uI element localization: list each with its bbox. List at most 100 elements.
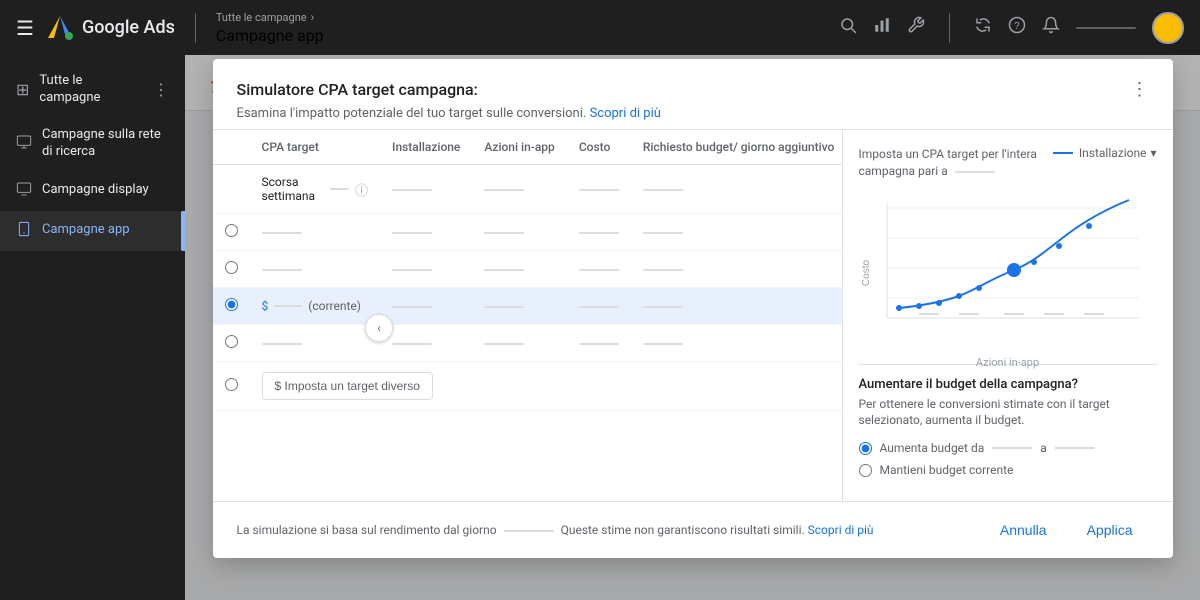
td-radio[interactable]	[213, 214, 250, 251]
budget-to-dash	[1055, 447, 1095, 449]
td-radio-current[interactable]	[213, 288, 250, 325]
chart-point	[1031, 259, 1037, 265]
avatar[interactable]	[1152, 12, 1184, 44]
row2-radio[interactable]	[225, 261, 238, 274]
td-radio-4[interactable]	[213, 325, 250, 362]
legend-chevron-icon[interactable]: ▾	[1150, 146, 1156, 160]
td-budget-dash	[631, 165, 843, 214]
sidebar-label-search: Campagne sulla rete di ricerca	[42, 127, 169, 161]
th-radio	[213, 130, 250, 165]
modal-body: CPA target Installazione Azioni in-app C…	[213, 130, 1173, 501]
td-azioni-4	[472, 325, 566, 362]
table-row: Scorsa settimana ⓘ	[213, 165, 843, 214]
table-header-row: CPA target Installazione Azioni in-app C…	[213, 130, 843, 165]
footer-text: La simulazione si basa sul rendimento da…	[237, 523, 976, 537]
search-icon[interactable]	[839, 16, 857, 39]
sidebar-item-all-campaigns[interactable]: ⊞ Tutte le campagne ⋮	[0, 63, 185, 117]
td-cpa-current: $ (corrente)	[250, 288, 381, 325]
sidebar-label-app: Campagne app	[42, 222, 130, 239]
bell-icon[interactable]	[1042, 16, 1060, 39]
budget-title: Aumentare il budget della campagna?	[859, 377, 1157, 392]
chart-icon[interactable]	[873, 16, 891, 39]
chart-legend: Installazione ▾	[1053, 146, 1157, 160]
td-radio[interactable]	[213, 251, 250, 288]
td-inst-1	[380, 214, 472, 251]
chart-container: Costo	[859, 188, 1157, 348]
td-azioni-1	[472, 214, 566, 251]
sidebar-label-all: Tutte le campagne	[39, 73, 143, 107]
sidebar-collapse-button[interactable]: ‹	[365, 314, 393, 342]
sidebar-item-app[interactable]: Campagne app	[0, 211, 185, 251]
budget-from-dash	[992, 447, 1032, 449]
th-azioni-inapp: Azioni in-app	[472, 130, 566, 165]
modal-header: Simulatore CPA target campagna: ⋮ Esamin…	[213, 59, 1173, 130]
custom-target-button[interactable]: $ Imposta un target diverso	[262, 372, 433, 400]
row-custom-radio[interactable]	[225, 378, 238, 391]
simulator-table: CPA target Installazione Azioni in-app C…	[213, 130, 843, 411]
sidebar-dots-icon[interactable]: ⋮	[153, 80, 169, 99]
nav-icon-group: ?	[839, 12, 1184, 44]
help-icon[interactable]: ?	[1008, 16, 1026, 39]
chart-section: Imposta un CPA target per l'intera campa…	[843, 130, 1173, 501]
modal-more-options-icon[interactable]: ⋮	[1131, 79, 1149, 100]
row1-radio[interactable]	[225, 224, 238, 237]
google-ads-logo-icon	[46, 14, 74, 42]
breadcrumb: Tutte le campagne › Campagne app	[216, 10, 324, 45]
budget-increase-radio[interactable]	[859, 442, 872, 455]
wrench-icon[interactable]	[907, 16, 925, 39]
td-azioni-dash	[472, 165, 566, 214]
sidebar-label-display: Campagne display	[42, 182, 149, 199]
row4-radio[interactable]	[225, 335, 238, 348]
footer-link[interactable]: Scopri di più	[808, 523, 874, 537]
chart-curve	[899, 200, 1129, 308]
td-custom-target: $ Imposta un target diverso	[250, 362, 843, 411]
td-inst-current	[380, 288, 472, 325]
breadcrumb-parent[interactable]: Tutte le campagne	[216, 11, 307, 24]
breadcrumb-chevron-icon: ›	[311, 10, 315, 24]
modal-subtitle-link[interactable]: Scopri di più	[590, 106, 661, 121]
budget-maintain-radio[interactable]	[859, 464, 872, 477]
x-axis-label: Azioni in-app	[859, 356, 1157, 369]
legend-label: Installazione ▾	[1079, 146, 1157, 160]
simulator-modal: Simulatore CPA target campagna: ⋮ Esamin…	[213, 59, 1173, 558]
td-costo-1	[567, 214, 631, 251]
breadcrumb-current: Campagne app	[216, 26, 324, 45]
refresh-icon[interactable]	[974, 16, 992, 39]
table-row	[213, 251, 843, 288]
sidebar-item-display[interactable]: Campagne display	[0, 171, 185, 211]
chart-point	[896, 305, 902, 311]
current-value-dash	[274, 305, 302, 307]
hamburger-icon[interactable]: ☰	[16, 16, 34, 40]
display-icon	[16, 181, 32, 201]
chart-header-text: Imposta un CPA target per l'intera campa…	[859, 146, 1053, 180]
td-costo-dash	[567, 165, 631, 214]
cancel-button[interactable]: Annulla	[984, 514, 1063, 546]
td-scorsa-settimana: Scorsa settimana ⓘ	[250, 165, 381, 214]
td-costo-current	[567, 288, 631, 325]
chart-svg: Costo	[859, 188, 1154, 348]
modal-overlay: Simulatore CPA target campagna: ⋮ Esamin…	[185, 55, 1200, 600]
td-cpa-1	[250, 214, 381, 251]
help-circle-icon[interactable]: ⓘ	[355, 180, 368, 199]
main-layout: ⊞ Tutte le campagne ⋮ Campagne sulla ret…	[0, 55, 1200, 600]
td-costo-4	[567, 325, 631, 362]
table-row-current: $ (corrente)	[213, 288, 843, 325]
sidebar: ⊞ Tutte le campagne ⋮ Campagne sulla ret…	[0, 55, 185, 600]
budget-to-label: a	[1040, 441, 1047, 455]
row-current-radio[interactable]	[225, 298, 238, 311]
sidebar-item-search[interactable]: Campagne sulla rete di ricerca	[0, 117, 185, 171]
td-costo-2	[567, 251, 631, 288]
modal-subtitle: Esamina l'impatto potenziale del tuo tar…	[237, 106, 1149, 121]
dash-icon	[330, 188, 349, 190]
app-icon	[16, 221, 32, 241]
grid-icon: ⊞	[16, 80, 29, 99]
top-navigation: ☰ Google Ads Tutte le campagne › Campagn…	[0, 0, 1200, 55]
footer-date-dash	[504, 530, 554, 532]
nav-account-dash	[1076, 27, 1136, 29]
apply-button[interactable]: Applica	[1071, 514, 1149, 546]
th-installazione: Installazione	[380, 130, 472, 165]
svg-text:?: ?	[1014, 21, 1020, 32]
td-radio-custom[interactable]	[213, 362, 250, 411]
td-inst-dash	[380, 165, 472, 214]
td-budget-4	[631, 325, 843, 362]
